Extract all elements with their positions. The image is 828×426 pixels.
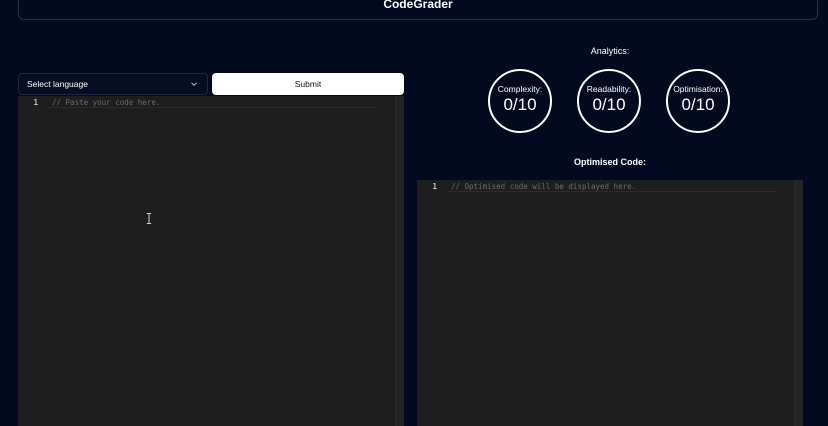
metric-label: Readability: — [586, 84, 632, 94]
optimised-code-title: Optimised Code: — [573, 157, 646, 167]
metric-value: 0/10 — [592, 95, 626, 114]
metric-label: Complexity: — [497, 84, 543, 94]
optimisation-score: Optimisation: 0/10 — [666, 69, 730, 133]
code-placeholder: // Optimised code will be displayed here… — [451, 182, 637, 191]
complexity-score: Complexity: 0/10 — [488, 69, 552, 133]
metric-label: Optimisation: — [673, 84, 723, 94]
language-select[interactable]: Select language — [18, 73, 208, 95]
app-page: CodeGrader Select language Submit 1 // P… — [0, 0, 828, 426]
optimised-code-editor[interactable]: 1 // Optimised code will be displayed he… — [417, 180, 803, 426]
analytics-title: Analytics: — [590, 46, 630, 56]
app-title: CodeGrader — [383, 0, 453, 11]
chevron-down-icon — [189, 79, 199, 89]
code-placeholder: // Paste your code here. — [52, 98, 161, 107]
line-number-gutter: 1 — [417, 180, 447, 426]
current-line-highlight — [48, 107, 378, 108]
language-select-value: Select language — [27, 79, 88, 89]
editor-scrollbar[interactable] — [794, 180, 803, 426]
line-number: 1 — [33, 98, 38, 107]
editor-scrollbar[interactable] — [395, 96, 404, 426]
code-input-editor[interactable]: 1 // Paste your code here. — [18, 96, 404, 426]
text-cursor-icon — [146, 211, 152, 224]
line-number: 1 — [432, 182, 437, 191]
submit-button[interactable]: Submit — [212, 73, 404, 95]
current-line-highlight — [447, 191, 777, 192]
line-number-gutter: 1 — [18, 96, 48, 426]
metric-value: 0/10 — [681, 95, 715, 114]
readability-score: Readability: 0/10 — [577, 69, 641, 133]
header-bar: CodeGrader — [18, 0, 818, 20]
metric-value: 0/10 — [503, 95, 537, 114]
